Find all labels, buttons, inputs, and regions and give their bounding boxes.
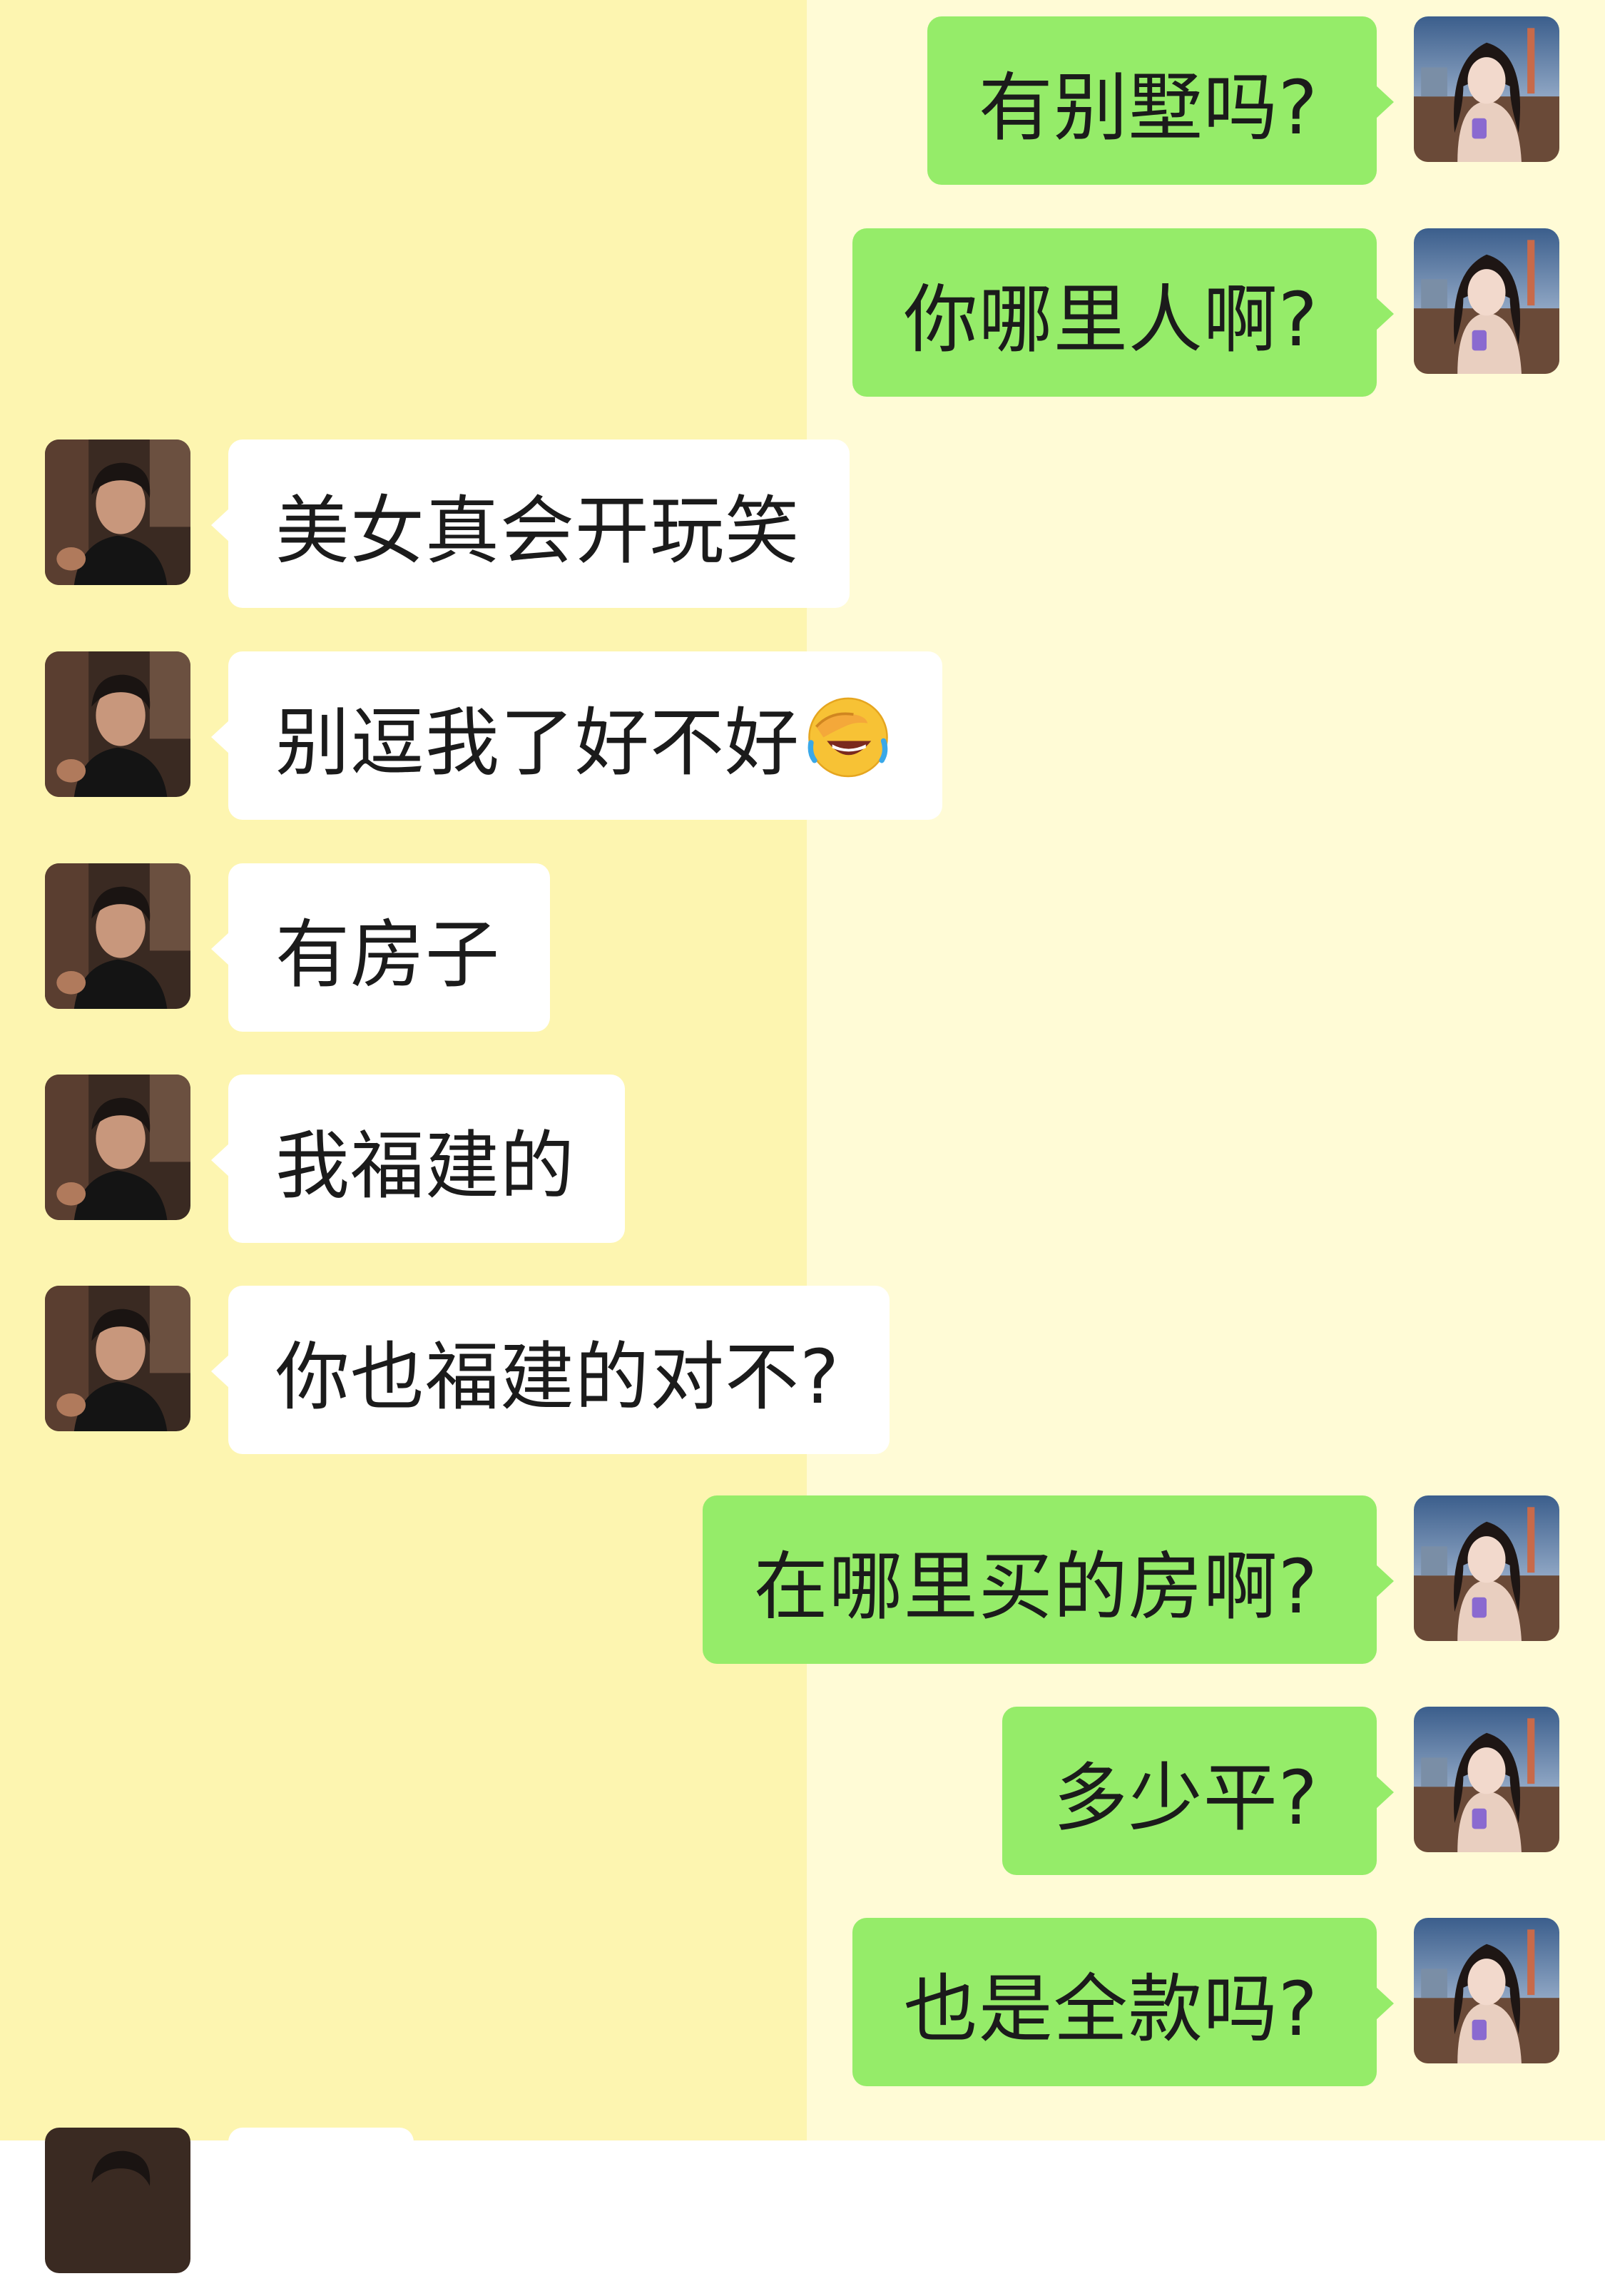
woman-avatar[interactable] <box>1414 1495 1559 1641</box>
woman-avatar[interactable] <box>1414 1918 1559 2063</box>
message-text: 多少平? <box>1053 1754 1318 1842</box>
man-avatar[interactable] <box>45 863 190 1009</box>
message-text: 也是全款吗? <box>903 1965 1318 2053</box>
incoming-message-row: 别逗我了好不好 <box>0 651 1605 820</box>
message-text: 美女真会开玩笑 <box>275 487 800 574</box>
incoming-message-row: 我福建的 <box>0 1075 1605 1243</box>
message-text: 你也福建的对不? <box>275 1333 840 1421</box>
outgoing-message-row: 多少平? <box>0 1707 1605 1875</box>
message-text: 我福建的 <box>275 1122 576 1209</box>
man-avatar[interactable] <box>45 651 190 797</box>
outgoing-message-bubble[interactable]: 你哪里人啊? <box>852 228 1395 397</box>
outgoing-message-bubble[interactable]: 也是全款吗? <box>852 1918 1395 2086</box>
man-avatar[interactable] <box>45 1075 190 1220</box>
woman-avatar[interactable] <box>1414 1707 1559 1852</box>
incoming-message-bubble[interactable]: 我福建的 <box>210 1075 626 1243</box>
woman-avatar[interactable] <box>1414 228 1559 374</box>
outgoing-message-row: 在哪里买的房啊? <box>0 1495 1605 1664</box>
message-text: 别逗我了好不好 <box>275 699 800 786</box>
outgoing-message-bubble[interactable]: 在哪里买的房啊? <box>702 1495 1395 1664</box>
outgoing-message-row: 你哪里人啊? <box>0 228 1605 397</box>
outgoing-message-bubble[interactable]: 多少平? <box>1002 1707 1395 1875</box>
woman-avatar[interactable] <box>1414 16 1559 162</box>
facepalm-laughing-emoji <box>804 691 892 780</box>
message-text: 有别墅吗? <box>978 64 1318 151</box>
incoming-message-row: 美女真会开玩笑 <box>0 440 1605 608</box>
man-avatar[interactable] <box>45 1286 190 1431</box>
message-text: 有房子 <box>275 910 501 998</box>
incoming-message-row: 你也福建的对不? <box>0 1286 1605 1454</box>
outgoing-message-row: 有别墅吗? <box>0 16 1605 185</box>
man-avatar[interactable] <box>45 440 190 585</box>
incoming-message-row-partial <box>0 2128 1605 2296</box>
message-text: 你哪里人啊? <box>903 275 1318 363</box>
incoming-message-bubble[interactable]: 有房子 <box>210 863 551 1032</box>
outgoing-message-bubble[interactable]: 有别墅吗? <box>927 16 1395 185</box>
incoming-message-row: 有房子 <box>0 863 1605 1032</box>
chat-message-list[interactable]: 有别墅吗? 你哪里人啊? 美女真会开玩笑 别逗我了好不好 有房子 我福建的 你也… <box>0 0 1605 2296</box>
incoming-message-bubble[interactable]: 别逗我了好不好 <box>210 651 943 820</box>
message-text: 在哪里买的房啊? <box>753 1543 1318 1630</box>
outgoing-message-row: 也是全款吗? <box>0 1918 1605 2086</box>
man-avatar[interactable] <box>45 2128 190 2273</box>
incoming-message-bubble[interactable] <box>211 2128 414 2296</box>
incoming-message-bubble[interactable]: 你也福建的对不? <box>210 1286 890 1454</box>
incoming-message-bubble[interactable]: 美女真会开玩笑 <box>210 440 850 608</box>
